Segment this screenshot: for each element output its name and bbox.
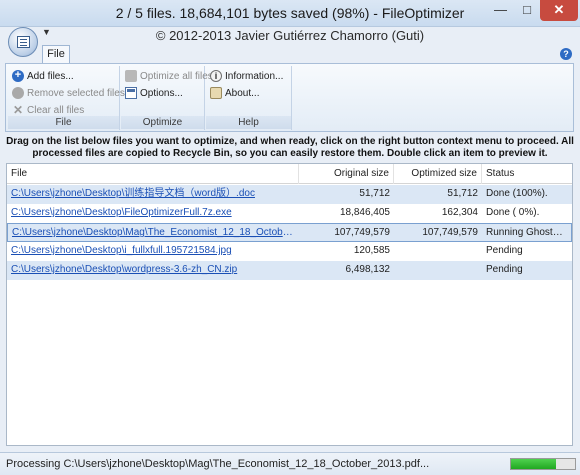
optimized-size-cell <box>394 261 482 279</box>
about-icon <box>210 87 222 99</box>
instructions-text: Drag on the list below files you want to… <box>6 136 574 160</box>
status-cell: Running Ghostscript... <box>486 227 571 238</box>
remove-selected-files-button[interactable]: Remove selected files <box>12 85 125 101</box>
file-list-header: File Original size Optimized size Status <box>7 164 572 184</box>
column-header-status[interactable]: Status <box>482 164 572 184</box>
options-label: Options... <box>140 87 183 99</box>
status-cell: Done ( 0%). <box>486 207 540 218</box>
optimize-icon <box>125 70 137 82</box>
minimize-button[interactable]: — <box>487 0 514 21</box>
instructions-line-1: Drag on the list below files you want to… <box>6 136 574 147</box>
add-files-label: Add files... <box>27 70 74 82</box>
info-icon: i <box>210 70 222 82</box>
status-text: Processing C:\Users\jzhone\Desktop\Mag\T… <box>6 458 430 470</box>
table-row[interactable]: C:\Users\jzhone\Desktop\i_fullxfull.1957… <box>7 242 572 261</box>
status-bar: Processing C:\Users\jzhone\Desktop\Mag\T… <box>0 452 580 475</box>
column-header-original-size[interactable]: Original size <box>299 164 394 184</box>
clear-icon: ✕ <box>12 103 24 117</box>
table-row-selected[interactable]: C:\Users\jzhone\Desktop\Mag\The_Economis… <box>7 223 572 242</box>
remove-selected-files-label: Remove selected files <box>27 87 125 99</box>
optimized-size-cell: 162,304 <box>441 207 478 218</box>
about-label: About... <box>225 87 260 99</box>
copyright-text: © 2012-2013 Javier Gutiérrez Chamorro (G… <box>155 28 425 43</box>
ribbon-group-help: i Information... About... Help <box>206 66 292 130</box>
original-size-cell: 120,585 <box>353 245 390 256</box>
file-path-cell[interactable]: C:\Users\jzhone\Desktop\FileOptimizerFul… <box>7 204 299 222</box>
ribbon-group-label-help: Help <box>206 116 291 129</box>
column-header-file[interactable]: File <box>7 164 299 184</box>
original-size-cell: 51,712 <box>359 188 390 199</box>
progress-bar <box>510 458 576 470</box>
optimize-all-files-label: Optimize all files <box>140 70 213 82</box>
close-button[interactable]: ✕ <box>540 0 578 21</box>
about-button[interactable]: About... <box>210 85 259 101</box>
optimized-size-cell: 51,712 <box>447 188 478 199</box>
table-row[interactable]: C:\Users\jzhone\Desktop\wordpress-3.6-zh… <box>7 261 572 280</box>
add-icon: + <box>12 70 24 82</box>
original-size-cell: 18,846,405 <box>339 207 390 218</box>
table-row[interactable]: C:\Users\jzhone\Desktop\FileOptimizerFul… <box>7 204 572 223</box>
column-header-optimized-size[interactable]: Optimized size <box>394 164 482 184</box>
progress-bar-fill <box>511 459 556 469</box>
remove-icon <box>12 87 24 99</box>
title-bar: 2 / 5 files. 18,684,101 bytes saved (98%… <box>0 0 580 27</box>
optimized-size-cell <box>394 242 482 260</box>
information-label: Information... <box>225 70 284 82</box>
file-path-cell[interactable]: C:\Users\jzhone\Desktop\wordpress-3.6-zh… <box>7 261 299 279</box>
tab-file[interactable]: File <box>42 45 70 64</box>
maximize-button[interactable]: □ <box>514 0 540 21</box>
help-icon[interactable]: ? <box>560 48 572 60</box>
ribbon-group-file: + Add files... Remove selected files ✕ C… <box>8 66 125 130</box>
information-button[interactable]: i Information... <box>210 68 283 84</box>
optimized-size-cell: 107,749,579 <box>422 227 478 238</box>
ribbon-group-label-file: File <box>8 116 119 129</box>
optimize-all-files-button[interactable]: Optimize all files <box>125 68 213 84</box>
file-list[interactable]: File Original size Optimized size Status… <box>6 163 573 446</box>
clear-all-files-label: Clear all files <box>27 104 85 116</box>
file-path-cell[interactable]: C:\Users\jzhone\Desktop\i_fullxfull.1957… <box>7 242 299 260</box>
ribbon: + Add files... Remove selected files ✕ C… <box>5 63 574 132</box>
status-cell: Pending <box>486 245 523 256</box>
original-size-cell: 107,749,579 <box>334 227 390 238</box>
add-files-button[interactable]: + Add files... <box>12 68 74 84</box>
options-icon <box>125 87 137 99</box>
instructions-line-2: processed files are copied to Recycle Bi… <box>32 148 548 159</box>
options-button[interactable]: Options... <box>125 85 183 101</box>
original-size-cell: 6,498,132 <box>345 264 391 275</box>
status-cell: Done (100%). <box>486 188 548 199</box>
ribbon-group-optimize: Optimize all files Options... Optimize <box>121 66 213 130</box>
table-row[interactable]: C:\Users\jzhone\Desktop\训练指导文档（word版）.do… <box>7 185 572 204</box>
file-path-cell[interactable]: C:\Users\jzhone\Desktop\Mag\The_Economis… <box>8 224 299 242</box>
status-cell: Pending <box>486 264 523 275</box>
file-path-cell[interactable]: C:\Users\jzhone\Desktop\训练指导文档（word版）.do… <box>7 185 299 203</box>
ribbon-group-label-optimize: Optimize <box>121 116 204 129</box>
